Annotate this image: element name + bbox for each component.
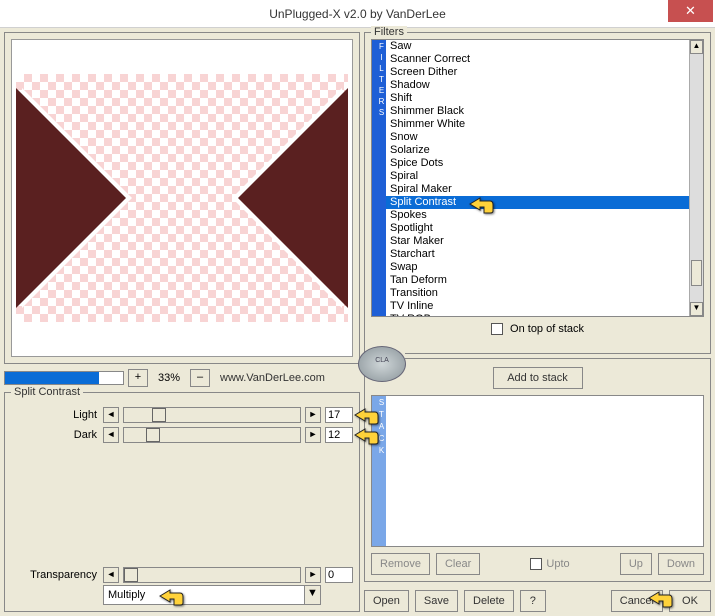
mode-value: Multiply xyxy=(108,589,145,601)
filter-item[interactable]: Shadow xyxy=(386,79,689,92)
light-left-arrow[interactable]: ◄ xyxy=(103,407,119,423)
filters-scrollbar[interactable]: ▲ ▼ xyxy=(689,40,703,316)
params-legend: Split Contrast xyxy=(11,386,83,398)
filter-item[interactable]: Swap xyxy=(386,261,689,274)
down-button[interactable]: Down xyxy=(658,553,704,575)
stack-strip-label: STACK xyxy=(372,396,386,546)
filter-item[interactable]: Shimmer Black xyxy=(386,105,689,118)
close-button[interactable]: ✕ xyxy=(668,0,713,22)
filters-group: Filters FILTERS SawScanner CorrectScreen… xyxy=(364,32,711,354)
transparency-right-arrow[interactable]: ► xyxy=(305,567,321,583)
filter-item[interactable]: Spokes xyxy=(386,209,689,222)
transparency-left-arrow[interactable]: ◄ xyxy=(103,567,119,583)
filters-strip-label: FILTERS xyxy=(372,40,386,316)
light-label: Light xyxy=(11,409,99,421)
filters-legend: Filters xyxy=(371,26,407,38)
chevron-down-icon[interactable]: ▼ xyxy=(304,586,320,604)
light-value[interactable]: 17 xyxy=(325,407,353,423)
scroll-thumb[interactable] xyxy=(691,260,702,286)
filter-item[interactable]: Saw xyxy=(386,40,689,53)
mode-combo[interactable]: Multiply ▼ xyxy=(103,585,321,605)
open-button[interactable]: Open xyxy=(364,590,409,612)
remove-button[interactable]: Remove xyxy=(371,553,430,575)
preview-panel xyxy=(4,32,360,364)
filter-item[interactable]: Starchart xyxy=(386,248,689,261)
transparency-label: Transparency xyxy=(11,569,99,581)
upto-label: Upto xyxy=(546,558,569,570)
add-to-stack-button[interactable]: Add to stack xyxy=(493,367,583,389)
stack-listbox[interactable]: STACK xyxy=(371,395,704,547)
dark-left-arrow[interactable]: ◄ xyxy=(103,427,119,443)
stack-group: Stack Add to stack STACK Remove Clear Up… xyxy=(364,358,711,582)
transparency-slider[interactable] xyxy=(123,567,301,583)
ontop-label: On top of stack xyxy=(510,323,584,335)
filter-item[interactable]: Transition xyxy=(386,287,689,300)
filter-item[interactable]: Spice Dots xyxy=(386,157,689,170)
filters-listbox[interactable]: FILTERS SawScanner CorrectScreen DitherS… xyxy=(371,39,704,317)
filter-item[interactable]: TV Inline xyxy=(386,300,689,313)
help-button[interactable]: ? xyxy=(520,590,546,612)
filter-item[interactable]: Spotlight xyxy=(386,222,689,235)
filter-item[interactable]: Snow xyxy=(386,131,689,144)
filter-item[interactable]: Shift xyxy=(386,92,689,105)
ok-button[interactable]: OK xyxy=(669,590,711,612)
filter-item[interactable]: Spiral Maker xyxy=(386,183,689,196)
vendor-url[interactable]: www.VanDerLee.com xyxy=(220,372,325,384)
upto-checkbox[interactable] xyxy=(530,558,542,570)
window-title: UnPlugged-X v2.0 by VanDerLee xyxy=(0,7,715,21)
filter-item[interactable]: Split Contrast xyxy=(386,196,689,209)
scroll-up-icon[interactable]: ▲ xyxy=(690,40,703,54)
dark-value[interactable]: 12 xyxy=(325,427,353,443)
scroll-down-icon[interactable]: ▼ xyxy=(690,302,703,316)
zoom-value: 33% xyxy=(152,372,186,384)
preview-image xyxy=(11,39,353,357)
params-group: Split Contrast Light ◄ ► 17 Dark ◄ ► 12 … xyxy=(4,392,360,612)
filter-item[interactable]: Solarize xyxy=(386,144,689,157)
up-button[interactable]: Up xyxy=(620,553,652,575)
dark-slider[interactable] xyxy=(123,427,301,443)
filter-item[interactable]: Scanner Correct xyxy=(386,53,689,66)
zoom-in-button[interactable]: + xyxy=(128,369,148,387)
dark-label: Dark xyxy=(11,429,99,441)
filter-item[interactable]: TV RGB xyxy=(386,313,689,317)
filter-item[interactable]: Screen Dither xyxy=(386,66,689,79)
light-right-arrow[interactable]: ► xyxy=(305,407,321,423)
watermark-badge: CLA xyxy=(358,346,406,382)
zoom-out-button[interactable]: – xyxy=(190,369,210,387)
delete-button[interactable]: Delete xyxy=(464,590,514,612)
clear-button[interactable]: Clear xyxy=(436,553,480,575)
filter-item[interactable]: Star Maker xyxy=(386,235,689,248)
cancel-button[interactable]: Cancel xyxy=(611,590,663,612)
progress-bar xyxy=(4,371,124,385)
filter-item[interactable]: Tan Deform xyxy=(386,274,689,287)
pointer-icon xyxy=(158,586,184,606)
dark-right-arrow[interactable]: ► xyxy=(305,427,321,443)
light-slider[interactable] xyxy=(123,407,301,423)
ontop-checkbox[interactable] xyxy=(491,323,503,335)
filter-item[interactable]: Spiral xyxy=(386,170,689,183)
transparency-value[interactable]: 0 xyxy=(325,567,353,583)
filter-item[interactable]: Shimmer White xyxy=(386,118,689,131)
save-button[interactable]: Save xyxy=(415,590,458,612)
titlebar: UnPlugged-X v2.0 by VanDerLee ✕ xyxy=(0,0,715,28)
